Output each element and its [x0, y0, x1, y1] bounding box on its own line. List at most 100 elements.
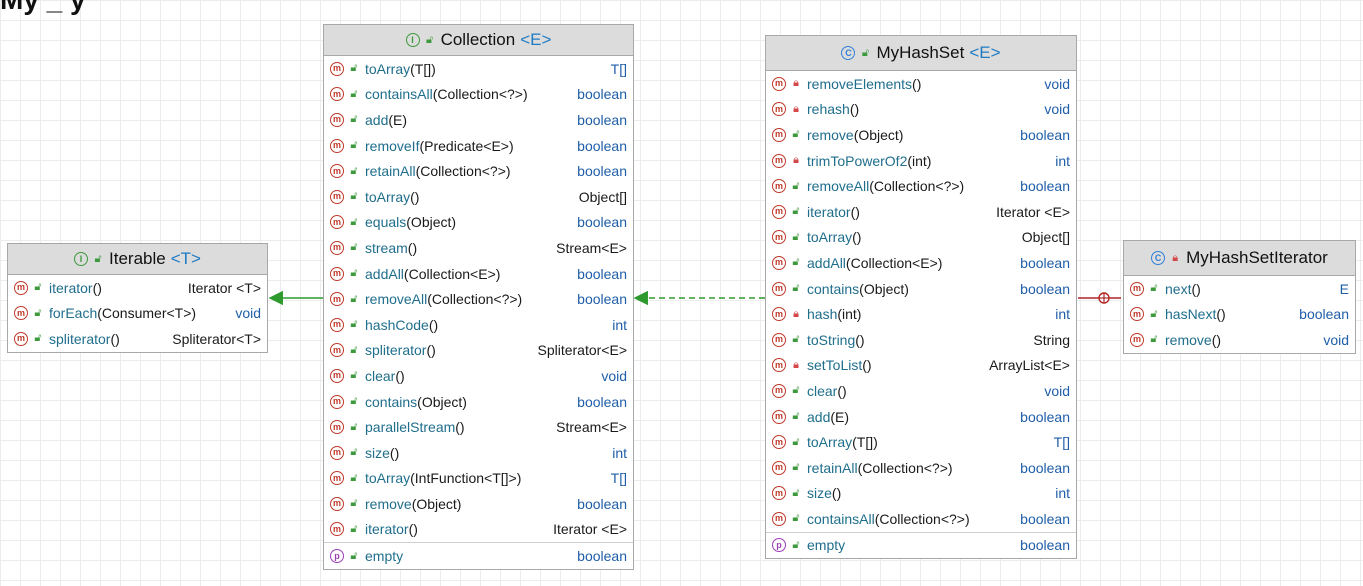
method-row[interactable]: m 🔓︎ retainAll (Collection<?>) boolean — [324, 158, 633, 184]
collection-class-box[interactable]: I 🔓︎ Collection <E> m 🔓︎ toArray (T[]) T[] m 🔓… — [323, 24, 634, 570]
method-icon: m — [330, 87, 344, 102]
member-params: (Object) — [411, 495, 462, 512]
method-row[interactable]: m 🔓︎ stream() Stream<E> — [324, 235, 633, 261]
method-row[interactable]: m 🔓︎ size() int — [324, 440, 633, 466]
member-name: clear — [365, 367, 396, 384]
method-row[interactable]: m 🔓︎ clear() void — [324, 363, 633, 389]
member-name: retainAll — [365, 163, 416, 180]
method-row[interactable]: m 🔓︎ contains (Object) boolean — [766, 276, 1076, 302]
member-return-type: boolean — [1299, 306, 1349, 323]
member-list: m 🔓︎ iterator() Iterator <T> m 🔓︎ forEach (Cons… — [8, 275, 267, 352]
method-row[interactable]: m 🔓︎ hasNext() boolean — [1124, 302, 1355, 328]
method-row[interactable]: m 🔓︎ hashCode() int — [324, 312, 633, 338]
method-row[interactable]: m 🔓︎ toString() String — [766, 327, 1076, 353]
member-name: containsAll — [365, 86, 433, 103]
method-row[interactable]: m 🔓︎ clear() void — [766, 378, 1076, 404]
method-icon: m — [1130, 332, 1144, 347]
method-row[interactable]: m 🔓︎ next() E — [1124, 276, 1355, 302]
member-params: () — [426, 342, 436, 359]
method-row[interactable]: m 🔒︎ trimToPowerOf2 (int) int — [766, 148, 1076, 174]
method-row[interactable]: m 🔓︎ contains (Object) boolean — [324, 389, 633, 415]
method-icon: m — [330, 496, 344, 511]
method-row[interactable]: m 🔓︎ toArray (IntFunction<T[]>) T[] — [324, 466, 633, 492]
method-row[interactable]: m 🔓︎ spliterator() Spliterator<T> — [8, 326, 267, 352]
member-params: () — [1211, 331, 1222, 348]
method-icon: m — [330, 522, 344, 537]
member-params: (E) — [830, 408, 850, 425]
method-row[interactable]: m 🔒︎ setToList() ArrayList<E> — [766, 353, 1076, 379]
method-row[interactable]: m 🔓︎ containsAll (Collection<?>) boolean — [766, 506, 1076, 532]
member-name: hashCode — [365, 316, 429, 333]
method-row[interactable]: m 🔓︎ size() int — [766, 481, 1076, 507]
method-icon: m — [772, 179, 786, 194]
method-row[interactable]: m 🔓︎ retainAll (Collection<?>) boolean — [766, 455, 1076, 481]
collection-header[interactable]: I 🔓︎ Collection <E> — [324, 25, 633, 56]
member-name: addAll — [365, 265, 404, 282]
method-row[interactable]: m 🔓︎ containsAll (Collection<?>) boolean — [324, 82, 633, 108]
member-params: () — [395, 367, 405, 384]
iterable-class-box[interactable]: I 🔓︎ Iterable <T> m 🔓︎ iterator() Iterator … — [7, 243, 268, 353]
member-name: next — [1165, 280, 1192, 297]
interface-icon: I — [74, 252, 89, 266]
method-row[interactable]: m 🔓︎ toArray (T[]) T[] — [324, 56, 633, 82]
myhashset-class-box[interactable]: C 🔓︎ MyHashSet <E> m 🔒︎ removeElements() vo… — [765, 35, 1077, 560]
public-visibility-icon: 🔓︎ — [350, 471, 358, 484]
method-icon: m — [1130, 281, 1144, 296]
interface-icon: I — [405, 33, 420, 47]
method-row[interactable]: m 🔓︎ remove() void — [1124, 327, 1355, 353]
method-row[interactable]: m 🔓︎ forEach (Consumer<T>) void — [8, 301, 267, 327]
method-icon: m — [330, 471, 344, 486]
member-list: m 🔓︎ toArray (T[]) T[] m 🔓︎ containsAll (Collect… — [324, 56, 633, 569]
myhashsetiterator-header[interactable]: C 🔒︎ MyHashSetIterator — [1124, 241, 1355, 276]
method-row[interactable]: m 🔓︎ removeAll (Collection<?>) boolean — [766, 173, 1076, 199]
method-row[interactable]: m 🔓︎ iterator() Iterator <E> — [766, 199, 1076, 225]
member-name: size — [365, 444, 390, 461]
method-row[interactable]: m 🔓︎ parallelStream() Stream<E> — [324, 414, 633, 440]
method-row[interactable]: m 🔓︎ add (E) boolean — [324, 107, 633, 133]
member-return-type: Spliterator<T> — [172, 330, 261, 347]
property-row[interactable]: p 🔓︎ empty boolean — [766, 531, 1076, 559]
member-return-type: Object[] — [1021, 229, 1070, 246]
method-row[interactable]: m 🔓︎ addAll (Collection<E>) boolean — [766, 250, 1076, 276]
member-return-type: boolean — [577, 393, 627, 410]
member-return-type: String — [1033, 331, 1070, 348]
method-row[interactable]: m 🔓︎ toArray (T[]) T[] — [766, 429, 1076, 455]
member-params: (Object) — [853, 126, 904, 143]
method-row[interactable]: m 🔓︎ iterator() Iterator <T> — [8, 275, 267, 301]
member-params: (E) — [388, 111, 408, 128]
method-row[interactable]: m 🔓︎ removeIf (Predicate<E>) boolean — [324, 133, 633, 159]
property-row[interactable]: p 🔓︎ empty boolean — [324, 542, 633, 569]
private-visibility-icon: 🔒︎ — [793, 154, 799, 167]
member-name: remove — [1165, 331, 1212, 348]
method-row[interactable]: m 🔓︎ spliterator() Spliterator<E> — [324, 338, 633, 364]
public-visibility-icon: 🔓︎ — [792, 486, 800, 499]
member-params: () — [852, 229, 862, 246]
myhashset-header[interactable]: C 🔓︎ MyHashSet <E> — [766, 36, 1076, 71]
member-list: m 🔒︎ removeElements() void m 🔒︎ rehash() void m 🔓… — [766, 71, 1076, 558]
method-row[interactable]: m 🔓︎ toArray() Object[] — [324, 184, 633, 210]
method-row[interactable]: m 🔓︎ add (E) boolean — [766, 404, 1076, 430]
method-row[interactable]: m 🔓︎ equals (Object) boolean — [324, 210, 633, 236]
member-name: toArray — [807, 434, 853, 451]
public-visibility-icon: 🔓︎ — [350, 446, 358, 459]
class-icon: C — [841, 46, 856, 60]
method-row[interactable]: m 🔓︎ remove (Object) boolean — [324, 491, 633, 517]
method-row[interactable]: m 🔓︎ addAll (Collection<E>) boolean — [324, 261, 633, 287]
method-row[interactable]: m 🔒︎ rehash() void — [766, 97, 1076, 123]
public-visibility-icon: 🔓︎ — [350, 343, 358, 356]
myhashsetiterator-class-box[interactable]: C 🔒︎ MyHashSetIterator m 🔓︎ next() Em 🔓︎ hasN… — [1123, 240, 1356, 354]
member-name: empty — [807, 537, 846, 554]
method-row[interactable]: m 🔓︎ toArray() Object[] — [766, 225, 1076, 251]
member-name: addAll — [807, 254, 846, 271]
method-row[interactable]: m 🔓︎ remove (Object) boolean — [766, 122, 1076, 148]
member-name: containsAll — [807, 510, 875, 527]
iterable-header[interactable]: I 🔓︎ Iterable <T> — [8, 244, 267, 275]
method-row[interactable]: m 🔒︎ hash (int) int — [766, 301, 1076, 327]
member-name: setToList — [807, 357, 863, 374]
public-visibility-icon: 🔓︎ — [792, 384, 800, 397]
method-row[interactable]: m 🔓︎ iterator() Iterator <E> — [324, 517, 633, 543]
method-icon: m — [772, 332, 786, 347]
method-row[interactable]: m 🔒︎ removeElements() void — [766, 71, 1076, 97]
method-row[interactable]: m 🔓︎ removeAll (Collection<?>) boolean — [324, 286, 633, 312]
member-params: () — [850, 203, 860, 220]
